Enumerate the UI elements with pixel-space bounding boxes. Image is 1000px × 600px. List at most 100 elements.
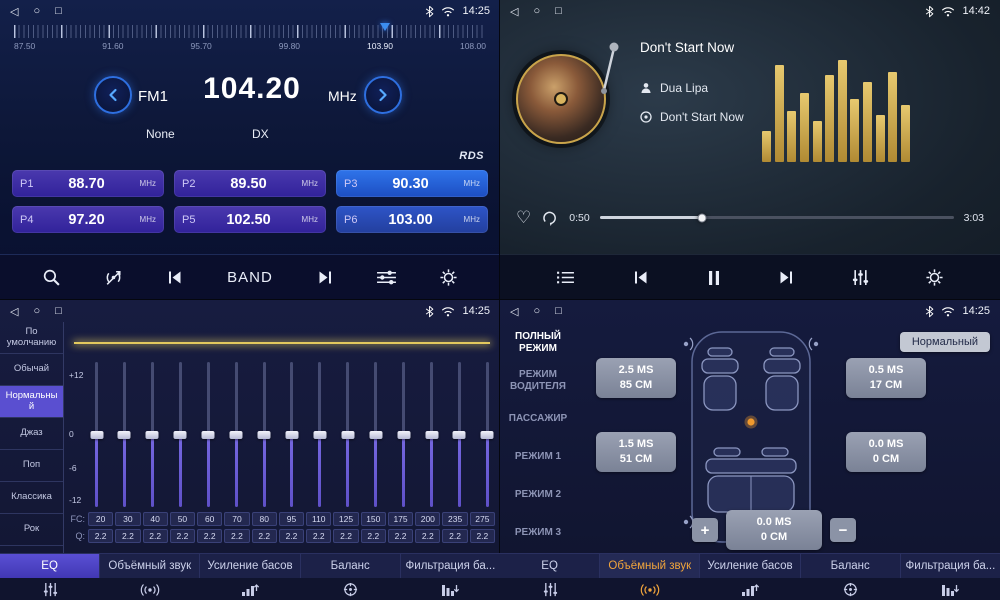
settings-button[interactable] — [925, 268, 944, 287]
eq-band-slider[interactable] — [481, 362, 494, 507]
search-stations-button[interactable] — [42, 268, 61, 287]
filter-tab-icon[interactable] — [400, 578, 500, 600]
eq-band-slider[interactable] — [341, 362, 354, 507]
eq-preset-normal-active[interactable]: Нормальный — [0, 386, 63, 418]
preset-p6[interactable]: P6 103.00 MHz — [336, 206, 488, 233]
eq-slider-knob[interactable] — [174, 431, 187, 439]
preset-p3-active[interactable]: P3 90.30 MHz — [336, 170, 488, 197]
tab-balance[interactable]: Баланс — [801, 554, 901, 578]
filter-tab-icon[interactable] — [900, 578, 1000, 600]
eq-tab-icon[interactable] — [0, 578, 100, 600]
eq-band-slider[interactable] — [146, 362, 159, 507]
eq-band-slider[interactable] — [174, 362, 187, 507]
mode-passenger[interactable]: ПАССАЖИР — [500, 400, 576, 438]
eq-band-slider[interactable] — [258, 362, 271, 507]
tab-bass-boost[interactable]: Усиление басов — [700, 554, 800, 578]
profile-button[interactable]: Нормальный — [900, 332, 990, 352]
eq-slider-knob[interactable] — [313, 431, 326, 439]
equalizer-button[interactable] — [852, 269, 869, 286]
eq-slider-knob[interactable] — [230, 431, 243, 439]
mode-2[interactable]: РЕЖИМ 2 — [500, 476, 576, 514]
band-button[interactable]: BAND — [227, 269, 273, 286]
eq-preset-rock[interactable]: Рок — [0, 514, 63, 546]
eq-band-slider[interactable] — [425, 362, 438, 507]
bass-boost-tab-icon[interactable] — [700, 578, 800, 600]
tab-eq[interactable]: EQ — [0, 554, 100, 578]
seek-bar[interactable] — [600, 216, 954, 219]
eq-tab-icon[interactable] — [500, 578, 600, 600]
eq-slider-knob[interactable] — [146, 431, 159, 439]
previous-station-button[interactable] — [165, 269, 185, 286]
tab-surround[interactable]: Объёмный звук — [100, 554, 200, 578]
eq-slider-knob[interactable] — [90, 431, 103, 439]
delay-decrease-button[interactable]: − — [830, 518, 856, 542]
eq-slider-knob[interactable] — [285, 431, 298, 439]
eq-band-slider[interactable] — [118, 362, 131, 507]
surround-tab-icon[interactable] — [100, 578, 200, 600]
recents-button[interactable]: □ — [555, 305, 562, 318]
preset-p4[interactable]: P4 97.20 MHz — [12, 206, 164, 233]
settings-button[interactable] — [439, 268, 458, 287]
previous-track-button[interactable] — [631, 269, 651, 286]
eq-preset-custom[interactable]: Обычай — [0, 354, 63, 386]
eq-band-slider[interactable] — [313, 362, 326, 507]
eq-slider-knob[interactable] — [425, 431, 438, 439]
eq-slider-knob[interactable] — [369, 431, 382, 439]
back-button[interactable]: ◁ — [510, 5, 518, 18]
next-track-button[interactable] — [776, 269, 796, 286]
eq-preset-pop[interactable]: Поп — [0, 450, 63, 482]
eq-preset-default[interactable]: По умолчанию — [0, 322, 63, 354]
surround-tab-icon[interactable] — [600, 578, 700, 600]
delay-rear-left[interactable]: 1.5 MS 51 CM — [596, 432, 676, 472]
delay-front-left[interactable]: 2.5 MS 85 CM — [596, 358, 676, 398]
tune-down-button[interactable] — [94, 76, 132, 114]
eq-band-slider[interactable] — [202, 362, 215, 507]
eq-slider-knob[interactable] — [118, 431, 131, 439]
mode-1[interactable]: РЕЖИМ 1 — [500, 438, 576, 476]
next-station-button[interactable] — [315, 269, 335, 286]
delay-center[interactable]: 0.0 MS 0 CM — [726, 510, 822, 550]
eq-band-slider[interactable] — [397, 362, 410, 507]
eq-band-slider[interactable] — [369, 362, 382, 507]
favorite-button[interactable]: ♡ — [516, 209, 531, 226]
frequency-ruler[interactable]: 87.50 91.60 95.70 99.80 103.90 108.00 — [14, 25, 486, 55]
seek-knob[interactable] — [698, 213, 707, 222]
eq-preset-jazz[interactable]: Джаз — [0, 418, 63, 450]
eq-slider-knob[interactable] — [397, 431, 410, 439]
audio-settings-button[interactable] — [376, 269, 397, 286]
mode-3[interactable]: РЕЖИМ 3 — [500, 514, 576, 552]
eq-slider-knob[interactable] — [453, 431, 466, 439]
home-button[interactable]: ○ — [33, 5, 40, 18]
preset-p5[interactable]: P5 102.50 MHz — [174, 206, 326, 233]
tab-balance[interactable]: Баланс — [301, 554, 401, 578]
preset-p1[interactable]: P1 88.70 MHz — [12, 170, 164, 197]
eq-slider-knob[interactable] — [258, 431, 271, 439]
eq-band-slider[interactable] — [453, 362, 466, 507]
balance-tab-icon[interactable] — [800, 578, 900, 600]
mode-driver[interactable]: РЕЖИМ ВОДИТЕЛЯ — [500, 362, 576, 400]
home-button[interactable]: ○ — [533, 305, 540, 318]
radio-scan-button[interactable] — [103, 269, 124, 286]
eq-slider-knob[interactable] — [481, 431, 494, 439]
repeat-button[interactable] — [541, 210, 559, 226]
tab-surround-active[interactable]: Объёмный звук — [600, 554, 700, 578]
tab-eq[interactable]: EQ — [500, 554, 600, 578]
delay-rear-right[interactable]: 0.0 MS 0 CM — [846, 432, 926, 472]
back-button[interactable]: ◁ — [10, 5, 18, 18]
home-button[interactable]: ○ — [33, 305, 40, 318]
eq-band-slider[interactable] — [90, 362, 103, 507]
home-button[interactable]: ○ — [533, 5, 540, 18]
pause-button[interactable] — [707, 270, 721, 286]
eq-preset-classic[interactable]: Классика — [0, 482, 63, 514]
bass-boost-tab-icon[interactable] — [200, 578, 300, 600]
delay-increase-button[interactable]: + — [692, 518, 718, 542]
eq-band-slider[interactable] — [230, 362, 243, 507]
back-button[interactable]: ◁ — [510, 305, 518, 318]
eq-slider-knob[interactable] — [341, 431, 354, 439]
eq-slider-knob[interactable] — [202, 431, 215, 439]
eq-band-slider[interactable] — [285, 362, 298, 507]
tab-bass-boost[interactable]: Усиление басов — [200, 554, 300, 578]
recents-button[interactable]: □ — [55, 305, 62, 318]
back-button[interactable]: ◁ — [10, 305, 18, 318]
balance-tab-icon[interactable] — [300, 578, 400, 600]
